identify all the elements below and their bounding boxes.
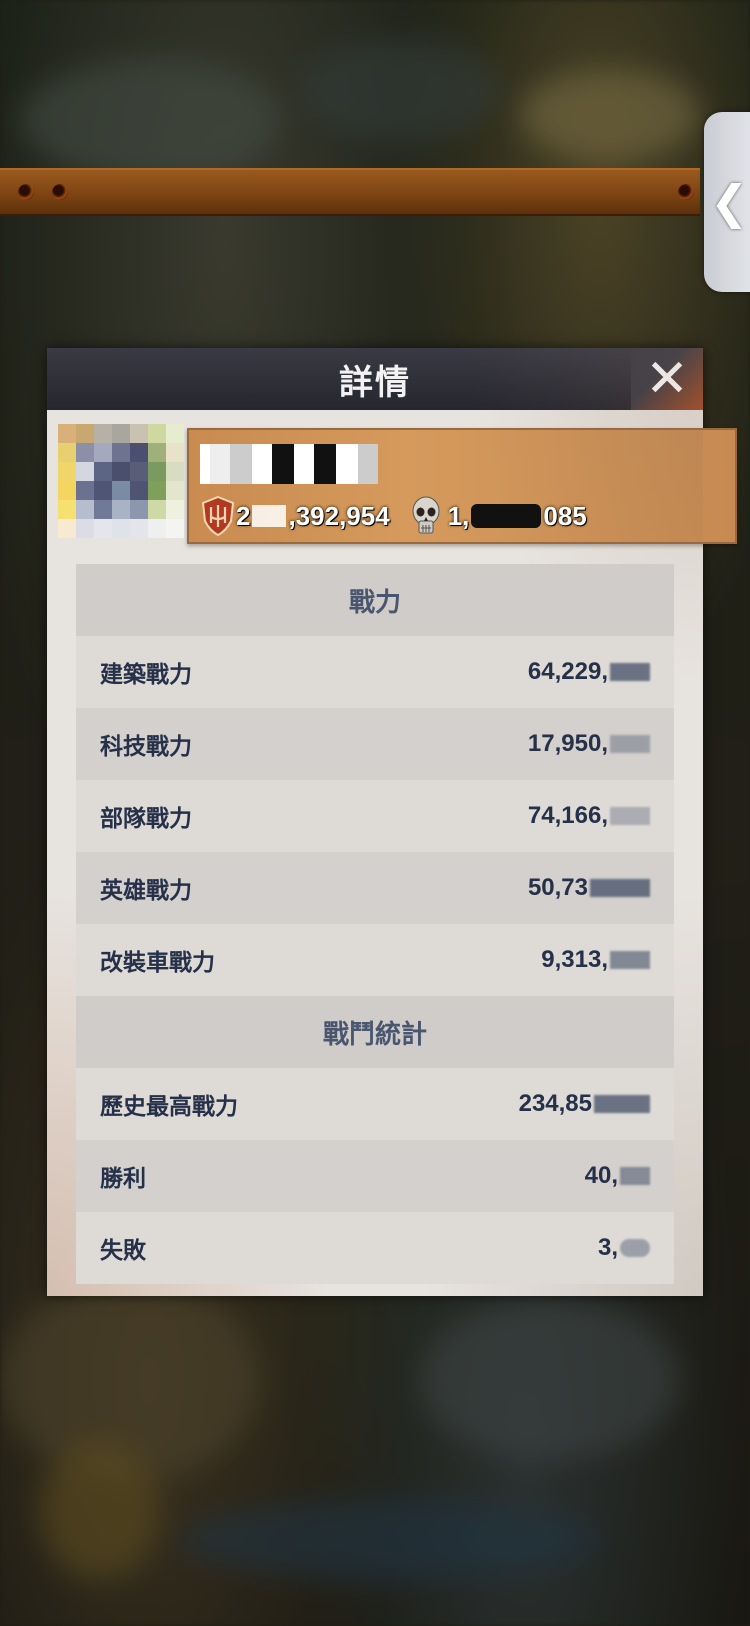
stat-row-wins: 勝利 40,: [76, 1140, 674, 1212]
side-panel-tab[interactable]: ❮: [704, 112, 750, 292]
stat-value: 74,166,: [527, 802, 608, 829]
redacted-block: [610, 735, 650, 753]
stat-row-heroes: 英雄戰力 50,73: [76, 852, 674, 924]
dialog-title: 詳情: [339, 362, 411, 403]
redacted-block: [590, 879, 650, 897]
stat-label: 歷史最高戰力: [100, 1094, 238, 1120]
power-value: ,392,954: [288, 500, 390, 531]
stat-row-highest-power: 歷史最高戰力 234,85: [76, 1068, 674, 1140]
section-header-battle-stats: 戰鬥統計: [76, 996, 674, 1068]
redacted-block: [252, 505, 287, 527]
stat-value: 9,313,: [541, 946, 608, 973]
stat-label: 勝利: [100, 1166, 146, 1192]
stat-label: 科技戰力: [100, 734, 192, 760]
dialog-titlebar: 詳情 ✕: [47, 348, 703, 410]
stat-value: 3,: [597, 1234, 618, 1261]
redacted-block: [594, 1095, 650, 1113]
stat-value: 17,950,: [527, 730, 608, 757]
kills-value-prefix: 1,: [447, 500, 470, 531]
trident-shield-icon: [201, 495, 235, 537]
stat-label: 改裝車戰力: [100, 950, 215, 976]
stat-value: 50,73: [527, 874, 588, 901]
section-header-power: 戰力: [76, 564, 674, 636]
stat-label: 建築戰力: [100, 662, 192, 688]
kills-value-suffix: 085: [543, 500, 587, 531]
player-stats: 2 ,392,954 1, 085: [200, 492, 587, 540]
stat-row-losses: 失敗 3,: [76, 1212, 674, 1284]
stat-row-troops: 部隊戰力 74,166,: [76, 780, 674, 852]
stat-row-vehicle: 改裝車戰力 9,313,: [76, 924, 674, 996]
stats-table: 戰力 建築戰力 64,229, 科技戰力 17,950, 部隊戰力 74,166…: [76, 564, 674, 1284]
skull-icon: [412, 496, 440, 534]
close-button[interactable]: ✕: [631, 348, 703, 410]
stat-value: 64,229,: [527, 658, 608, 685]
chevron-left-icon: ❮: [710, 175, 749, 229]
redacted-block: [610, 663, 650, 681]
rivet-icon: [678, 184, 694, 200]
stat-row-building: 建築戰力 64,229,: [76, 636, 674, 708]
stat-row-tech: 科技戰力 17,950,: [76, 708, 674, 780]
stat-value: 234,85: [518, 1090, 592, 1117]
rivet-icon: [18, 184, 34, 200]
wooden-banner: [0, 168, 700, 216]
redacted-block: [620, 1239, 650, 1257]
redacted-block: [610, 951, 650, 969]
stat-value: 40,: [584, 1162, 618, 1189]
redacted-block: [471, 504, 542, 528]
close-icon: ✕: [645, 349, 689, 409]
stat-label: 部隊戰力: [100, 806, 192, 832]
redacted-block: [620, 1167, 650, 1185]
stat-label: 失敗: [100, 1238, 146, 1264]
redacted-block: [610, 807, 650, 825]
avatar[interactable]: [58, 424, 184, 538]
rivet-icon: [52, 184, 68, 200]
stat-label: 英雄戰力: [100, 878, 192, 904]
power-value-visible: 2: [236, 500, 251, 531]
player-name-redacted: [200, 444, 378, 484]
